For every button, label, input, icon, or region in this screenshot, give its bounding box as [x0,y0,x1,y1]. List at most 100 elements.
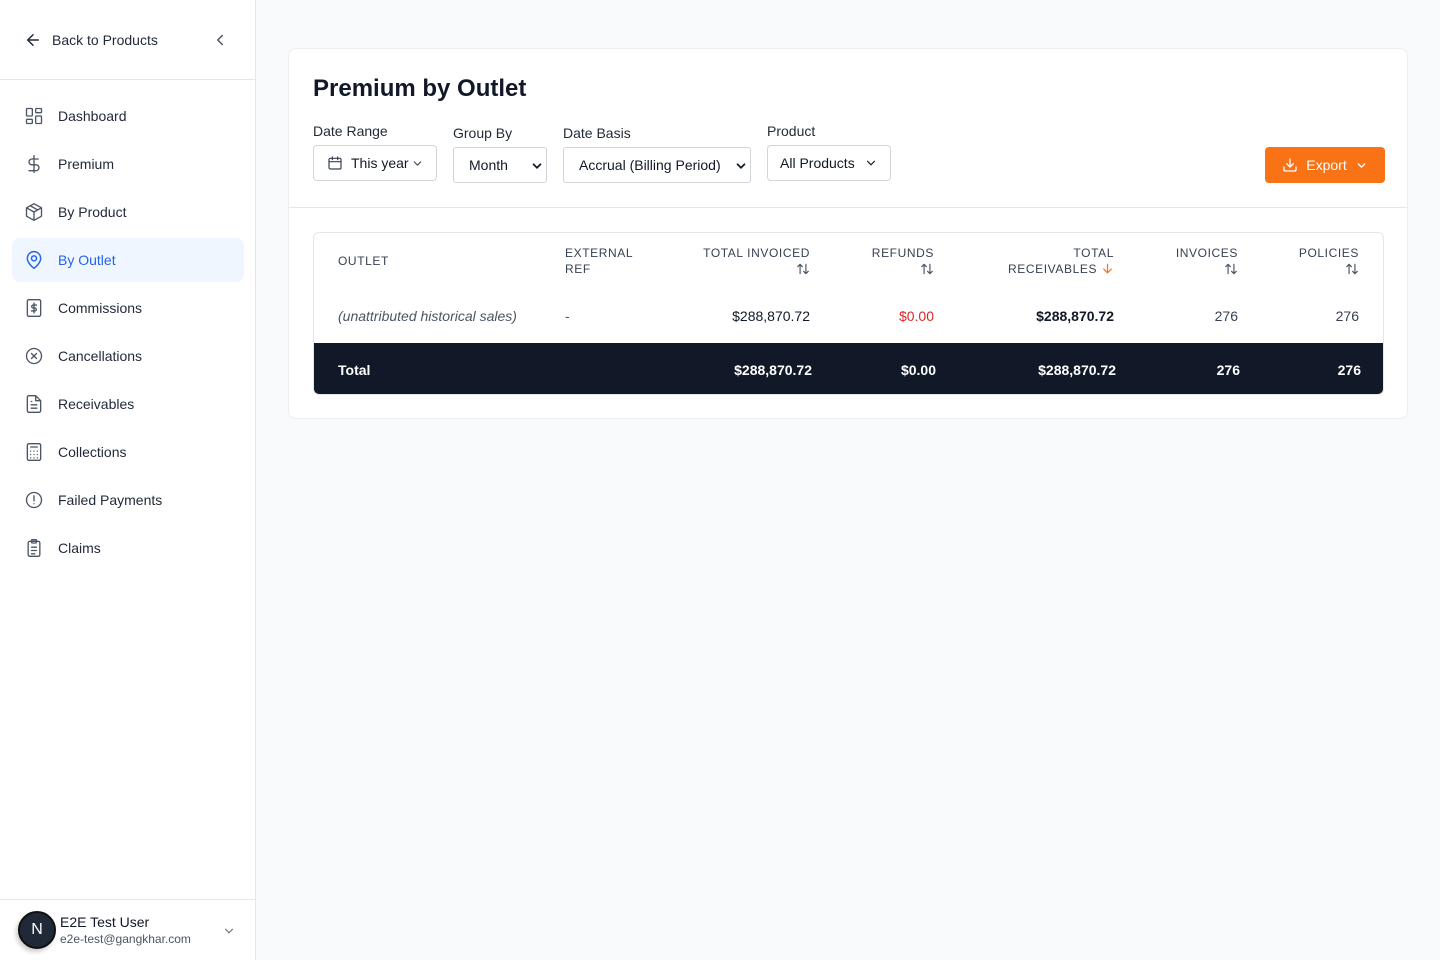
sidebar-item-label: Cancellations [58,348,143,364]
column-header-policies[interactable]: POLICIES [1299,245,1359,277]
total-receivables: $288,870.72 [1038,362,1116,378]
column-header-outlet[interactable]: OUTLET [338,253,389,269]
sidebar-item-label: Collections [58,444,127,460]
chevron-down-icon [866,160,875,166]
date-basis-label: Date Basis [563,125,631,141]
sidebar-item-label: Premium [58,156,115,172]
sidebar-item-label: Failed Payments [58,492,163,508]
column-header-invoices[interactable]: INVOICES [1176,245,1238,277]
cell-external-ref: - [565,308,570,324]
sidebar-item-receivables[interactable]: Receivables [12,382,244,426]
column-header-label: RECEIVABLES [1007,262,1098,276]
sidebar-item-by-product[interactable]: By Product [12,190,244,234]
download-icon [1283,158,1297,172]
sidebar-header: Back to Products [0,0,255,80]
sidebar: Back to Products Dashboard Premium By Pr… [0,0,256,960]
export-label: Export [1306,157,1347,173]
sidebar-item-commissions[interactable]: Commissions [12,286,244,330]
total-invoices: 276 [1216,362,1240,378]
sidebar-item-by-outlet[interactable]: By Outlet [12,238,244,282]
product-select[interactable]: All Products [767,145,891,181]
column-header-label: TOTAL [1073,246,1114,260]
date-range-select[interactable]: This year [313,145,437,181]
column-header-label: INVOICES [1175,246,1238,260]
sidebar-item-premium[interactable]: Premium [12,142,244,186]
chevron-down-icon [1357,162,1366,168]
export-button[interactable]: Export [1265,147,1385,183]
cell-total-invoiced: $288,870.72 [732,308,810,324]
outlet-table: OUTLET EXTERNAL REF TOTAL INVOICED REFUN… [313,232,1384,395]
sidebar-nav: Dashboard Premium By Product By Outlet C… [12,94,244,574]
total-invoiced: $288,870.72 [734,362,812,378]
sidebar-item-label: By Outlet [58,252,116,268]
sort-icon[interactable] [1345,262,1359,276]
receipt-dollar-icon [26,299,42,317]
sidebar-item-label: By Product [58,204,127,220]
package-icon [25,203,43,221]
arrow-down-icon[interactable] [1101,262,1114,275]
back-to-products-link[interactable]: Back to Products [24,31,158,49]
avatar: N [18,911,56,949]
calendar-icon [328,156,342,170]
product-label: Product [767,123,816,139]
sidebar-item-dashboard[interactable]: Dashboard [12,94,244,138]
column-header-label: REF [565,262,591,276]
column-header-label: TOTAL INVOICED [703,246,810,260]
sidebar-item-collections[interactable]: Collections [12,430,244,474]
sidebar-item-failed-payments[interactable]: Failed Payments [12,478,244,522]
column-header-label: EXTERNAL [565,246,634,260]
cell-refunds: $0.00 [898,308,934,324]
chevron-down-icon [413,160,421,166]
total-policies: 276 [1337,362,1361,378]
date-basis-value: Accrual (Billing Period) [579,157,721,173]
column-header-label: OUTLET [338,254,389,268]
sidebar-item-cancellations[interactable]: Cancellations [12,334,244,378]
dashboard-icon [25,107,43,125]
sort-icon[interactable] [796,262,810,276]
sidebar-item-label: Dashboard [58,108,127,124]
chevron-down-icon [532,163,542,169]
date-basis-select[interactable]: Accrual (Billing Period) [563,147,751,183]
group-by-select[interactable]: Month [453,147,547,183]
sidebar-item-label: Commissions [58,300,143,316]
column-header-label: REFUNDS [871,246,934,260]
arrow-left-icon [27,33,39,46]
file-text-icon [26,395,42,413]
column-header-external-ref[interactable]: EXTERNAL REF [565,245,633,277]
x-circle-icon [25,347,43,365]
date-range-value: This year [351,155,409,171]
map-pin-icon [26,250,42,270]
chevron-left-icon[interactable] [211,31,229,49]
user-email: e2e-test@gangkhar.com [60,932,191,946]
divider [289,207,1407,208]
dollar-icon [28,155,40,173]
sort-icon[interactable] [1224,262,1238,276]
user-menu[interactable]: N E2E Test User e2e-test@gangkhar.com [0,899,256,960]
report-card: Premium by Outlet Date Range This year G… [288,48,1408,419]
sidebar-item-label: Receivables [58,396,135,412]
calculator-icon [26,443,42,461]
sort-icon[interactable] [920,262,934,276]
group-by-value: Month [469,157,508,173]
sidebar-item-claims[interactable]: Claims [12,526,244,570]
alert-circle-icon [25,491,43,509]
cell-outlet: (unattributed historical sales) [338,308,517,324]
column-header-total-invoiced[interactable]: TOTAL INVOICED [703,245,810,277]
page-title: Premium by Outlet [313,75,527,102]
column-header-refunds[interactable]: REFUNDS [872,245,934,277]
clipboard-icon [27,539,41,557]
sidebar-item-label: Claims [58,540,101,556]
column-header-label: POLICIES [1298,246,1359,260]
table-total-row: Total $288,870.72 $0.00 $288,870.72 276 … [314,343,1383,394]
chevron-down-icon [736,163,746,169]
date-range-label: Date Range [313,123,388,139]
cell-invoices: 276 [1214,308,1238,324]
column-header-total-receivables[interactable]: TOTAL RECEIVABLES [1008,245,1114,277]
chevron-down-icon[interactable] [222,924,236,938]
total-refunds: $0.00 [900,362,936,378]
back-to-products-label: Back to Products [52,31,158,48]
cell-policies: 276 [1335,308,1359,324]
cell-total-receivables: $288,870.72 [1036,308,1114,324]
product-value: All Products [780,155,855,171]
group-by-label: Group By [453,125,513,141]
